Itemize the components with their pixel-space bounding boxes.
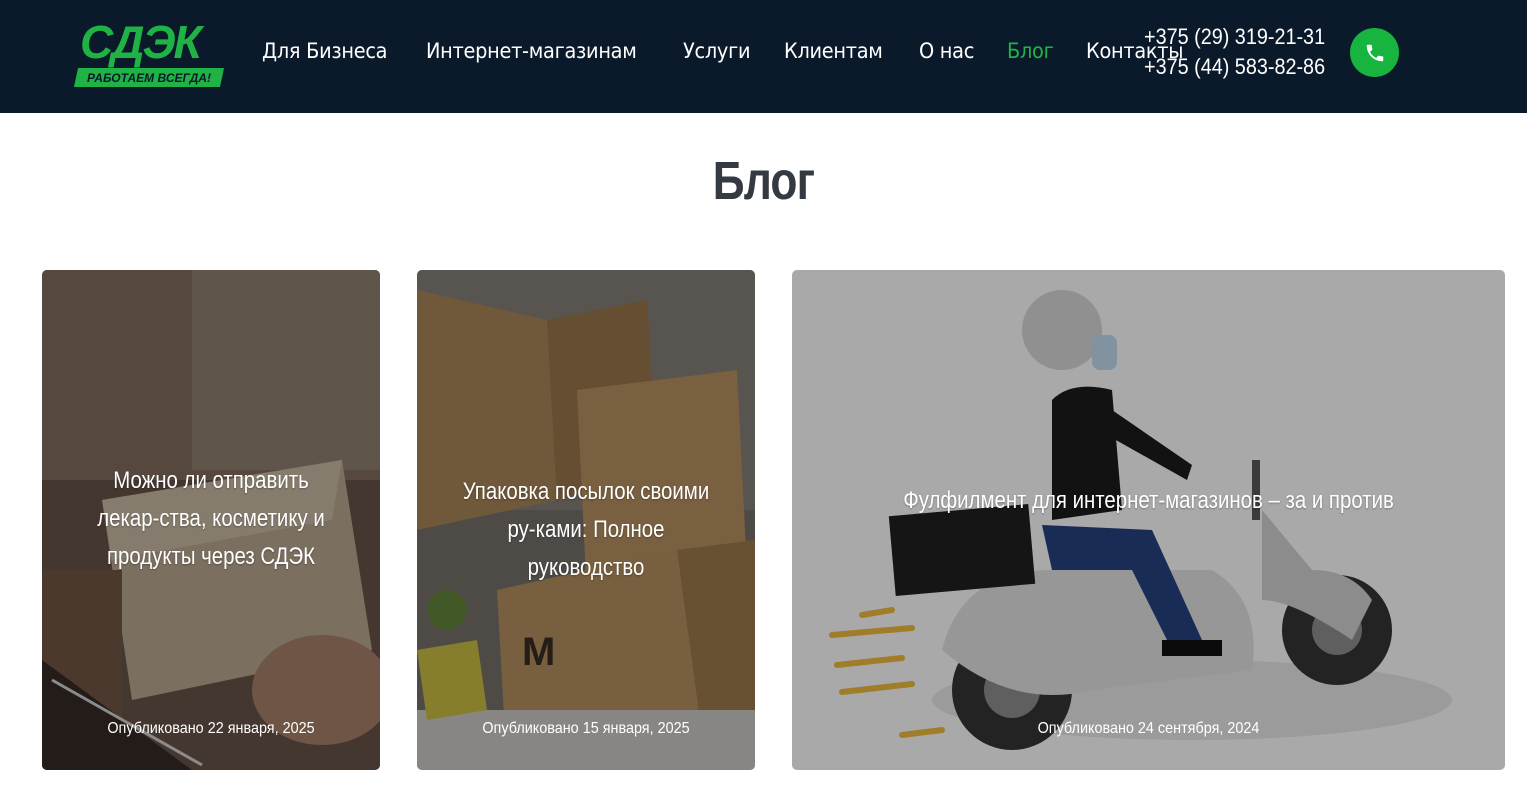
brand-name: СДЭК (80, 18, 205, 68)
card-title[interactable]: Упаковка посылок своими ру-ками: Полное … (459, 473, 712, 587)
page-title: Блог (712, 151, 815, 211)
card-date: Опубликовано 22 января, 2025 (107, 720, 315, 737)
site-header: СДЭК РАБОТАЕМ ВСЕГДА! Для Бизнеса Интерн… (0, 0, 1527, 113)
main-nav: Для Бизнеса Интернет-магазинам Услуги Кл… (262, 36, 1219, 66)
nav-item-about[interactable]: О нас (919, 39, 974, 63)
card-title[interactable]: Фулфилмент для интернет-магазинов – за и… (862, 482, 1434, 520)
card-title[interactable]: Можно ли отправить лекар-ства, косметику… (84, 462, 337, 576)
nav-item-ecommerce[interactable]: Интернет-магазинам (426, 39, 637, 63)
card-overlay (792, 270, 1505, 770)
card-date: Опубликовано 24 сентября, 2024 (1037, 720, 1260, 737)
brand-tagline: РАБОТАЕМ ВСЕГДА! (87, 71, 211, 85)
phone-number-2[interactable]: +375 (44) 583-82-86 (1144, 52, 1325, 82)
nav-item-clients[interactable]: Клиентам (784, 39, 883, 63)
blog-card-medicine[interactable]: Можно ли отправить лекар-ства, косметику… (42, 270, 380, 770)
nav-item-business[interactable]: Для Бизнеса (262, 39, 388, 63)
brand-logo[interactable]: СДЭК РАБОТАЕМ ВСЕГДА! (74, 16, 230, 88)
card-date: Опубликовано 15 января, 2025 (482, 720, 690, 737)
blog-card-packaging[interactable]: M Упаковка посылок своими ру-ками: Полно… (417, 270, 755, 770)
blog-card-fulfillment[interactable]: Фулфилмент для интернет-магазинов – за и… (792, 270, 1505, 770)
phone-icon (1366, 44, 1383, 61)
call-button[interactable] (1350, 28, 1399, 77)
nav-item-services[interactable]: Услуги (683, 39, 751, 63)
nav-item-blog[interactable]: Блог (1007, 39, 1054, 63)
phone-number-1[interactable]: +375 (29) 319-21-31 (1144, 22, 1325, 52)
phone-numbers: +375 (29) 319-21-31 +375 (44) 583-82-86 (1144, 22, 1345, 82)
